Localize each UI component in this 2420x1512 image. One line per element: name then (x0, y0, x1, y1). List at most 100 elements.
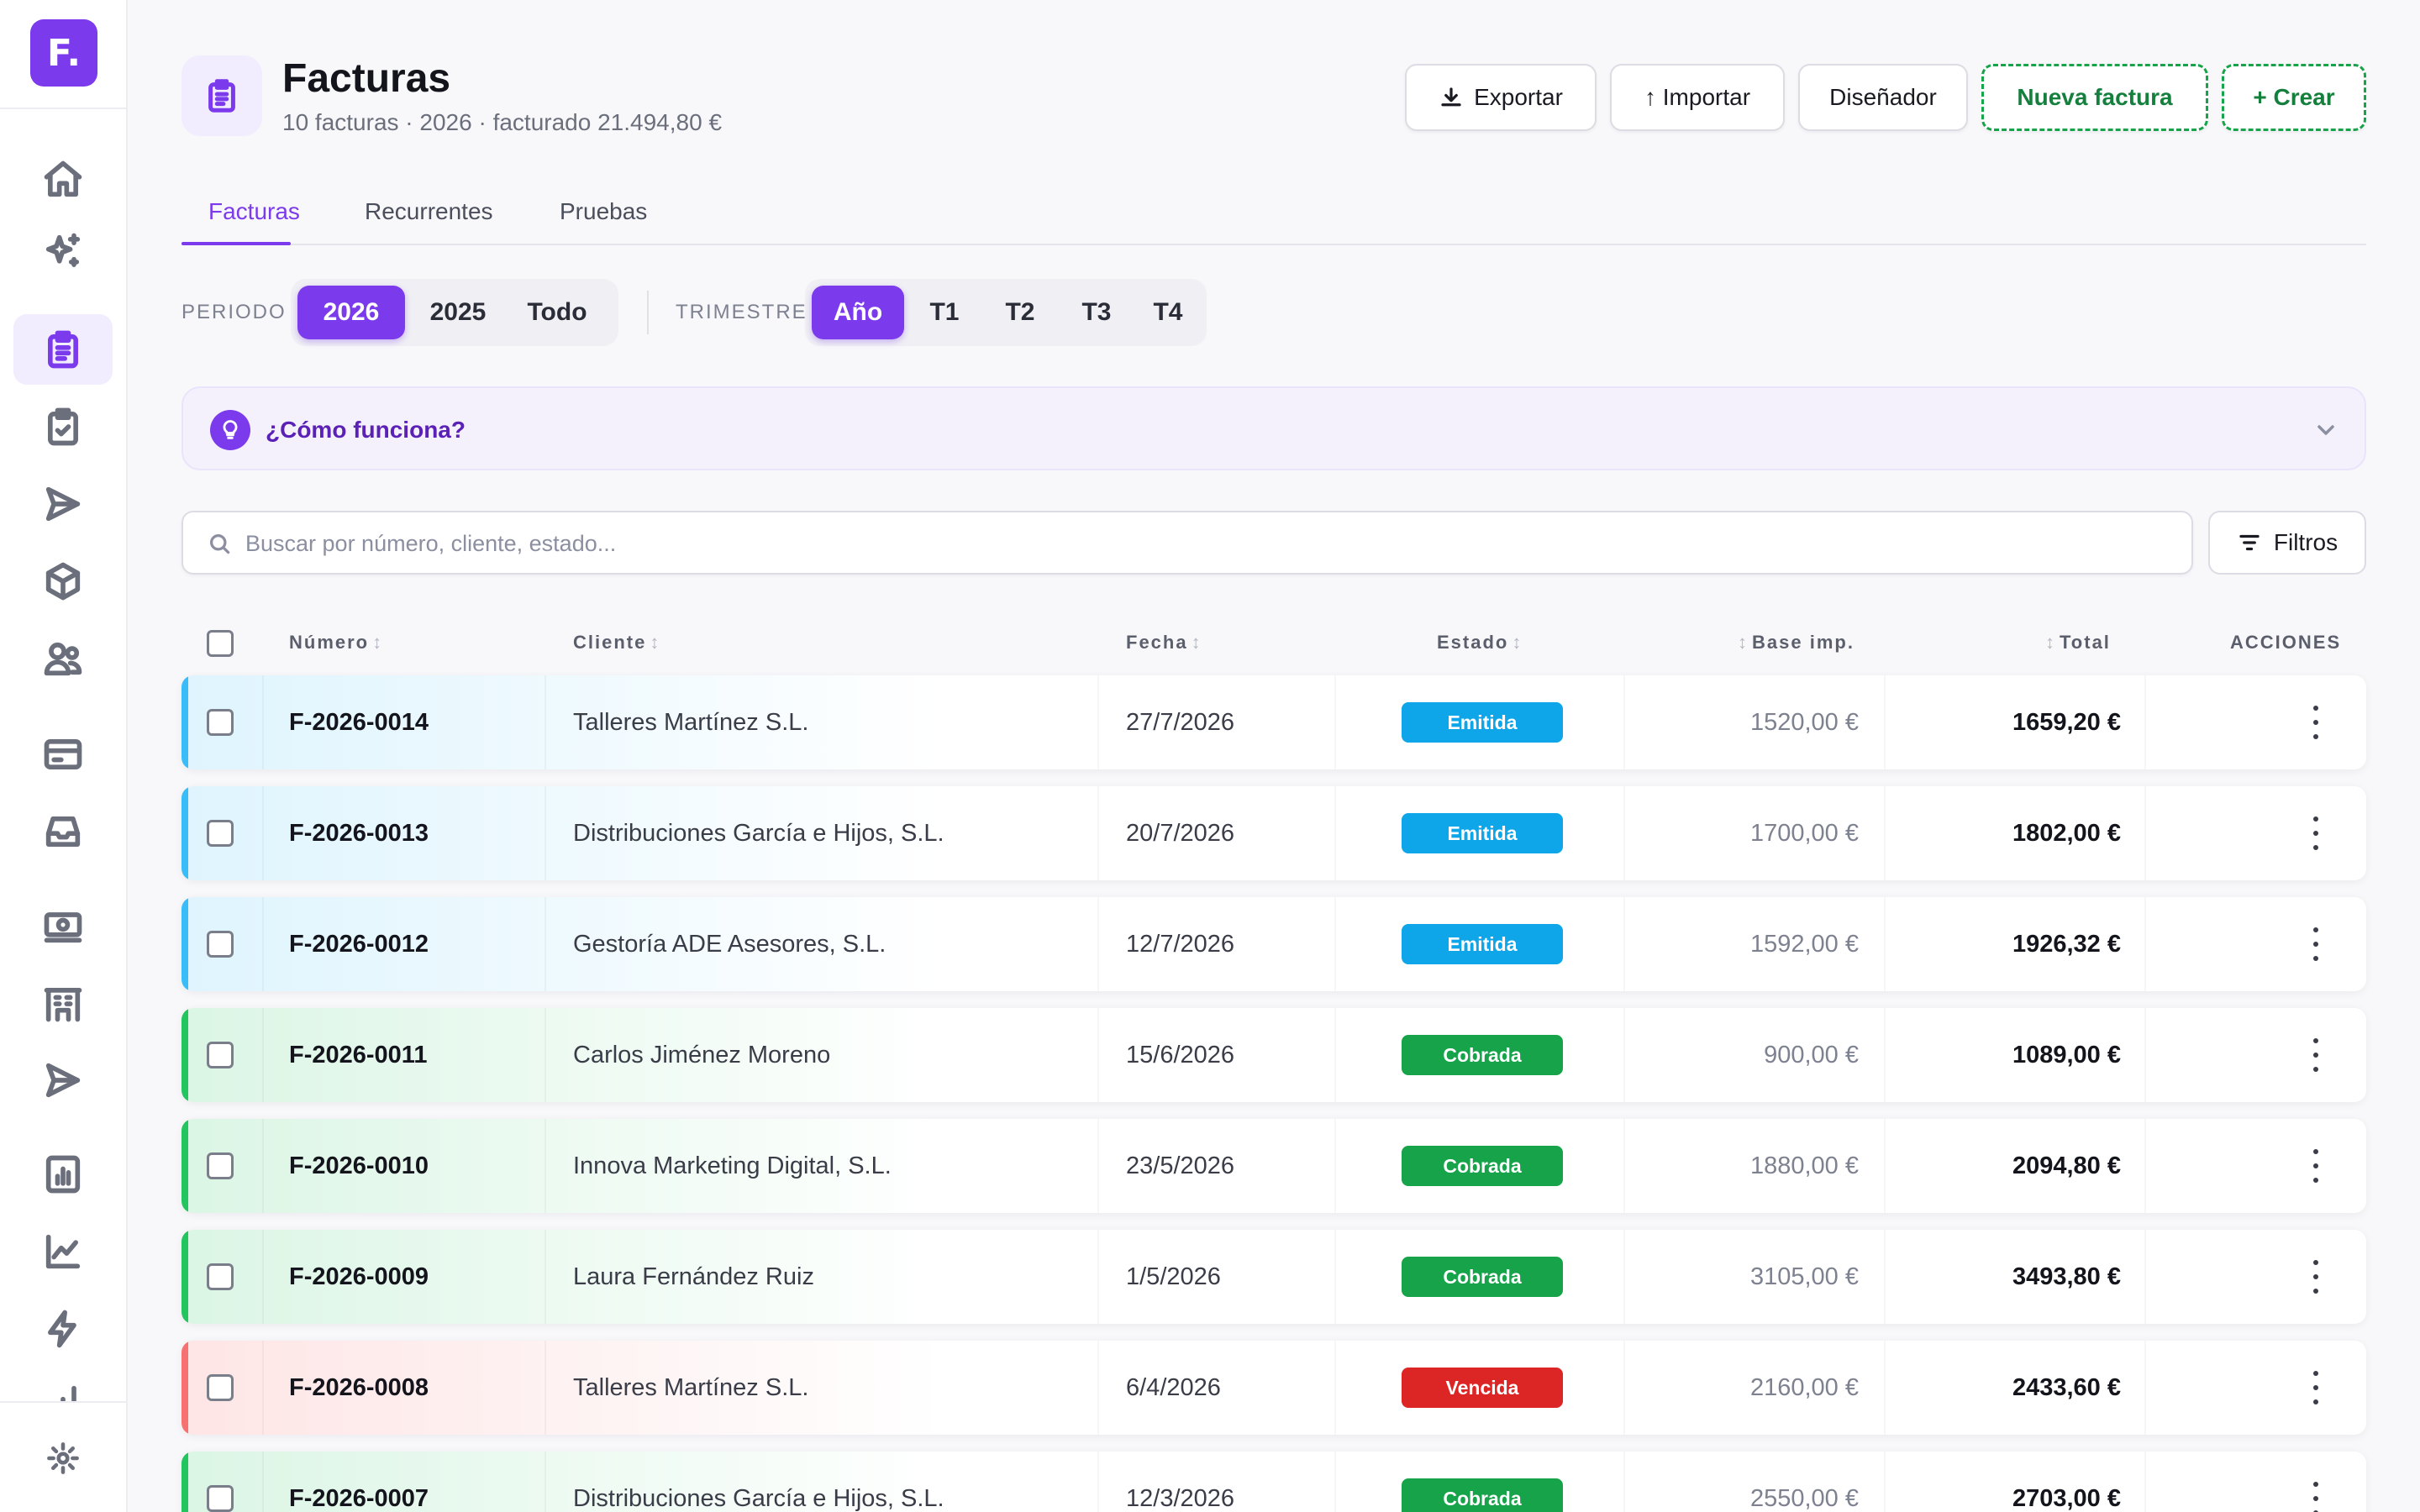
app-logo[interactable]: F. (30, 19, 97, 87)
nav-automations[interactable] (13, 1294, 113, 1364)
column-header-total[interactable]: ↕ Total (2045, 632, 2111, 654)
create-label: + Crear (2253, 84, 2335, 110)
nav-inbox[interactable] (13, 796, 113, 867)
nav-reports[interactable] (13, 1139, 113, 1210)
column-header-base[interactable]: ↕ Base imp. (1738, 632, 1854, 654)
period-option-all[interactable]: Todo (511, 286, 603, 339)
table-row[interactable]: F-2026-0012 Gestoría ADE Asesores, S.L. 12… (182, 897, 2366, 991)
quarter-option-t2[interactable]: T2 (983, 286, 1057, 339)
table-row[interactable]: F-2026-0008 Talleres Martínez S.L. 6/4/202… (182, 1341, 2366, 1435)
column-header-number[interactable]: Número ↕ (289, 632, 383, 654)
quarter-selector: Año T1 T2 T3 T4 (805, 279, 1207, 346)
period-selector: 2026 2025 Todo (291, 279, 618, 346)
nav-suppliers[interactable] (13, 968, 113, 1038)
nav-invoices[interactable] (13, 314, 113, 385)
row-checkbox[interactable] (207, 709, 234, 736)
divider (0, 108, 128, 109)
more-actions-icon[interactable] (2307, 816, 2324, 850)
tab-facturas[interactable]: Facturas (208, 198, 300, 245)
cell-divider (1623, 675, 1625, 769)
cell-divider (1334, 1341, 1336, 1435)
row-checkbox[interactable] (207, 1042, 234, 1068)
nav-statistics[interactable] (13, 1371, 113, 1401)
clipboard-check-icon (48, 407, 78, 446)
new-invoice-button[interactable]: Nueva factura (1981, 64, 2208, 131)
invoice-number[interactable]: F-2026-0012 (289, 931, 429, 958)
table-row[interactable]: F-2026-0013 Distribuciones García e Hijos… (182, 786, 2366, 880)
more-actions-icon[interactable] (2307, 1038, 2324, 1072)
row-checkbox[interactable] (207, 820, 234, 847)
how-it-works-panel[interactable]: ¿Cómo funciona? (182, 386, 2366, 470)
quarter-option-t1[interactable]: T1 (909, 286, 980, 339)
more-actions-icon[interactable] (2307, 1260, 2324, 1294)
cell-divider (2144, 675, 2146, 769)
table-row[interactable]: F-2026-0014 Talleres Martínez S.L. 27/7/20… (182, 675, 2366, 769)
nav-expenses[interactable] (13, 890, 113, 961)
row-status-accent (182, 1008, 188, 1102)
column-header-label: Estado (1437, 632, 1509, 653)
invoice-number[interactable]: F-2026-0008 (289, 1374, 429, 1402)
quarter-option-t3[interactable]: T3 (1059, 286, 1134, 339)
column-header-date[interactable]: Fecha ↕ (1126, 632, 1202, 654)
more-actions-icon[interactable] (2307, 1482, 2324, 1512)
column-header-client[interactable]: Cliente ↕ (573, 632, 660, 654)
invoice-date: 12/7/2026 (1126, 931, 1235, 958)
filters-button[interactable]: Filtros (2208, 511, 2366, 575)
chevron-down-icon[interactable] (2312, 417, 2339, 444)
more-actions-icon[interactable] (2307, 1371, 2324, 1404)
row-checkbox[interactable] (207, 1263, 234, 1290)
clipboard-list-icon (208, 79, 235, 113)
period-option-2025[interactable]: 2025 (408, 286, 508, 339)
nav-assistant[interactable] (13, 217, 113, 287)
nav-settings[interactable] (13, 1423, 113, 1494)
quarter-option-t4[interactable]: T4 (1134, 286, 1202, 339)
nav-send[interactable] (13, 469, 113, 539)
row-checkbox[interactable] (207, 1374, 234, 1401)
invoice-client: Talleres Martínez S.L. (573, 1374, 809, 1401)
invoice-number[interactable]: F-2026-0014 (289, 709, 429, 737)
invoice-number[interactable]: F-2026-0013 (289, 820, 429, 848)
column-header-label: Cliente (573, 632, 647, 653)
invoice-number[interactable]: F-2026-0007 (289, 1485, 429, 1512)
table-row[interactable]: F-2026-0011 Carlos Jiménez Moreno 15/6/202… (182, 1008, 2366, 1102)
nav-quotes[interactable] (13, 391, 113, 462)
cell-divider (544, 675, 546, 769)
nav-send-documents[interactable] (13, 1045, 113, 1116)
cell-divider (1623, 1341, 1625, 1435)
nav-products[interactable] (13, 546, 113, 617)
nav-payments[interactable] (13, 719, 113, 790)
cell-divider (1097, 675, 1099, 769)
row-checkbox[interactable] (207, 1485, 234, 1512)
select-all-checkbox[interactable] (207, 630, 234, 657)
cell-divider (544, 1341, 546, 1435)
row-checkbox[interactable] (207, 931, 234, 958)
import-button[interactable]: ↑ Importar (1610, 64, 1785, 131)
tab-bar: Facturas Recurrentes Pruebas (182, 186, 2366, 245)
nav-home[interactable] (13, 144, 113, 215)
more-actions-icon[interactable] (2307, 706, 2324, 739)
create-button[interactable]: + Crear (2222, 64, 2366, 131)
nav-analytics[interactable] (13, 1216, 113, 1287)
invoice-number[interactable]: F-2026-0009 (289, 1263, 429, 1291)
cell-divider (1623, 1119, 1625, 1213)
designer-button[interactable]: Diseñador (1798, 64, 1968, 131)
cell-divider (1884, 897, 1886, 991)
invoice-number[interactable]: F-2026-0010 (289, 1152, 429, 1180)
table-row[interactable]: F-2026-0010 Innova Marketing Digital, S.L… (182, 1119, 2366, 1213)
row-checkbox[interactable] (207, 1152, 234, 1179)
quarter-option-year[interactable]: Año (812, 286, 904, 339)
export-button[interactable]: Exportar (1405, 64, 1597, 131)
invoice-number[interactable]: F-2026-0011 (289, 1042, 427, 1069)
search-input[interactable] (245, 522, 2161, 564)
row-status-accent (182, 1452, 188, 1512)
tab-pruebas[interactable]: Pruebas (560, 198, 647, 245)
period-option-2026[interactable]: 2026 (297, 286, 405, 339)
more-actions-icon[interactable] (2307, 1149, 2324, 1183)
cell-divider (1623, 1230, 1625, 1324)
table-row[interactable]: F-2026-0007 Distribuciones García e Hijos… (182, 1452, 2366, 1512)
more-actions-icon[interactable] (2307, 927, 2324, 961)
table-row[interactable]: F-2026-0009 Laura Fernández Ruiz 1/5/2026 C… (182, 1230, 2366, 1324)
column-header-status[interactable]: Estado ↕ (1437, 632, 1523, 654)
nav-clients[interactable] (13, 623, 113, 694)
tab-recurrentes[interactable]: Recurrentes (365, 198, 493, 245)
